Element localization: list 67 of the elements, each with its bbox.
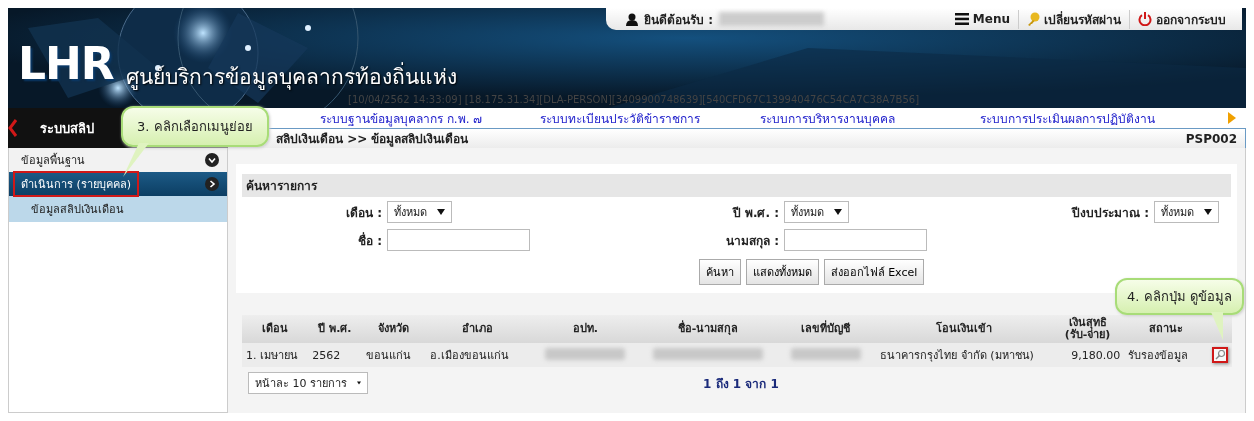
column-header: เงินสุทธิ (รับ-จ่าย) bbox=[1050, 315, 1125, 343]
callout-pointer bbox=[123, 143, 149, 177]
action-button[interactable]: ส่งออกไฟล์ Excel bbox=[823, 259, 925, 285]
caret-icon bbox=[437, 209, 445, 215]
column-header: สถานะ bbox=[1124, 315, 1208, 343]
table-cell: 9,180.00 bbox=[1050, 343, 1125, 367]
table-cell: 2562 bbox=[308, 343, 362, 367]
chevron-left-icon bbox=[8, 118, 18, 138]
sidebar-title: ระบบสลิป bbox=[40, 119, 94, 138]
nav-link[interactable]: ระบบฐานข้อมูลบุคลากร ก.พ. ๗ bbox=[320, 108, 540, 128]
field-label: ปี พ.ศ. : bbox=[731, 204, 779, 222]
pagination-text: 1 ถึง 1 จาก 1 bbox=[703, 375, 779, 393]
site-title: ศูนย์บริการข้อมูลบุคลากรท้องถิ่นแห่ง bbox=[126, 60, 457, 93]
caret-icon bbox=[834, 209, 842, 215]
table-cell: รับรองข้อมูล bbox=[1124, 343, 1208, 367]
arrow-right-icon[interactable] bbox=[1228, 112, 1236, 124]
welcome-label: ยินดีต้อนรับ : bbox=[644, 11, 713, 29]
panel-title: ค้นหารายการ bbox=[242, 174, 1231, 197]
sidebar-item[interactable]: ข้อมูลพื้นฐาน bbox=[9, 148, 227, 172]
column-header: โอนเงินเข้า bbox=[876, 315, 1051, 343]
search-icon bbox=[1215, 350, 1225, 360]
page-code: PSP002 bbox=[1185, 131, 1237, 146]
callout-pointer bbox=[1211, 312, 1225, 340]
key-icon bbox=[1027, 12, 1040, 26]
nav-link[interactable]: ระบบทะเบียนประวัติข้าราชการ bbox=[540, 108, 760, 128]
redacted-text bbox=[790, 347, 861, 360]
top-link[interactable]: เปลี่ยนรหัสผ่าน bbox=[1018, 9, 1129, 29]
caret-icon bbox=[357, 380, 361, 386]
column-header: ปี พ.ศ. bbox=[308, 315, 362, 343]
input-field[interactable] bbox=[387, 229, 530, 251]
sidebar-item[interactable]: ดำเนินการ (รายบุคคล) bbox=[9, 172, 227, 196]
table-cell: ธนาคารกรุงไทย จำกัด (มหาชน) bbox=[876, 343, 1051, 367]
user-icon bbox=[626, 12, 638, 26]
power-icon bbox=[1138, 12, 1152, 26]
top-link[interactable]: ออกจากระบบ bbox=[1129, 9, 1234, 29]
column-header: เดือน bbox=[242, 315, 309, 343]
nav-link[interactable]: ระบบการบริหารงานบุคคล bbox=[760, 108, 980, 128]
select-field[interactable]: ทั้งหมด bbox=[784, 201, 849, 223]
sidebar-item[interactable]: ข้อมูลสลิปเงินเดือน bbox=[9, 196, 227, 222]
top-link[interactable]: Menu bbox=[946, 12, 1018, 26]
breadcrumb: สลิปเงินเดือน >> ข้อมูลสลิปเงินเดือน bbox=[276, 131, 469, 148]
table-cell: อ.เมืองขอนแก่น bbox=[426, 343, 530, 367]
column-header: จังหวัด bbox=[361, 315, 427, 343]
field-label: ชื่อ : bbox=[357, 231, 382, 250]
column-header: ชื่อ-นามสกุล bbox=[641, 315, 775, 343]
table-cell: 1. เมษายน bbox=[242, 343, 309, 367]
page-size-select[interactable]: หน้าละ 10 รายการ bbox=[248, 372, 368, 394]
select-field[interactable]: ทั้งหมด bbox=[1154, 201, 1219, 223]
menu-icon bbox=[954, 13, 969, 25]
view-button[interactable] bbox=[1212, 347, 1228, 363]
session-info: [10/04/2562 14:33:09] [18.175.31.34][DLA-PERSON][3409900748639][540CFD67C139940476C54CA7C38A7B56] bbox=[348, 94, 920, 105]
column-header: อปท. bbox=[529, 315, 642, 343]
action-button[interactable]: แสดงทั้งหมด bbox=[745, 259, 819, 285]
select-field[interactable]: ทั้งหมด bbox=[387, 201, 452, 223]
nav-link[interactable]: ระบบการประเมินผลการปฏิบัติงาน bbox=[980, 108, 1200, 128]
action-button[interactable]: ค้นหา bbox=[698, 259, 741, 285]
logo: LHR bbox=[18, 38, 114, 89]
field-label: ปีงบประมาณ : bbox=[1070, 204, 1149, 222]
column-header: อำเภอ bbox=[426, 315, 530, 343]
arrow-right-icon bbox=[205, 177, 219, 191]
input-field[interactable] bbox=[784, 229, 927, 251]
field-label: เดือน : bbox=[345, 204, 382, 222]
chevron-down-icon bbox=[205, 153, 219, 167]
field-label: นามสกุล : bbox=[725, 232, 779, 250]
column-header: เลขที่บัญชี bbox=[774, 315, 877, 343]
caret-icon bbox=[1204, 209, 1212, 215]
table-cell: ขอนแก่น bbox=[361, 343, 427, 367]
